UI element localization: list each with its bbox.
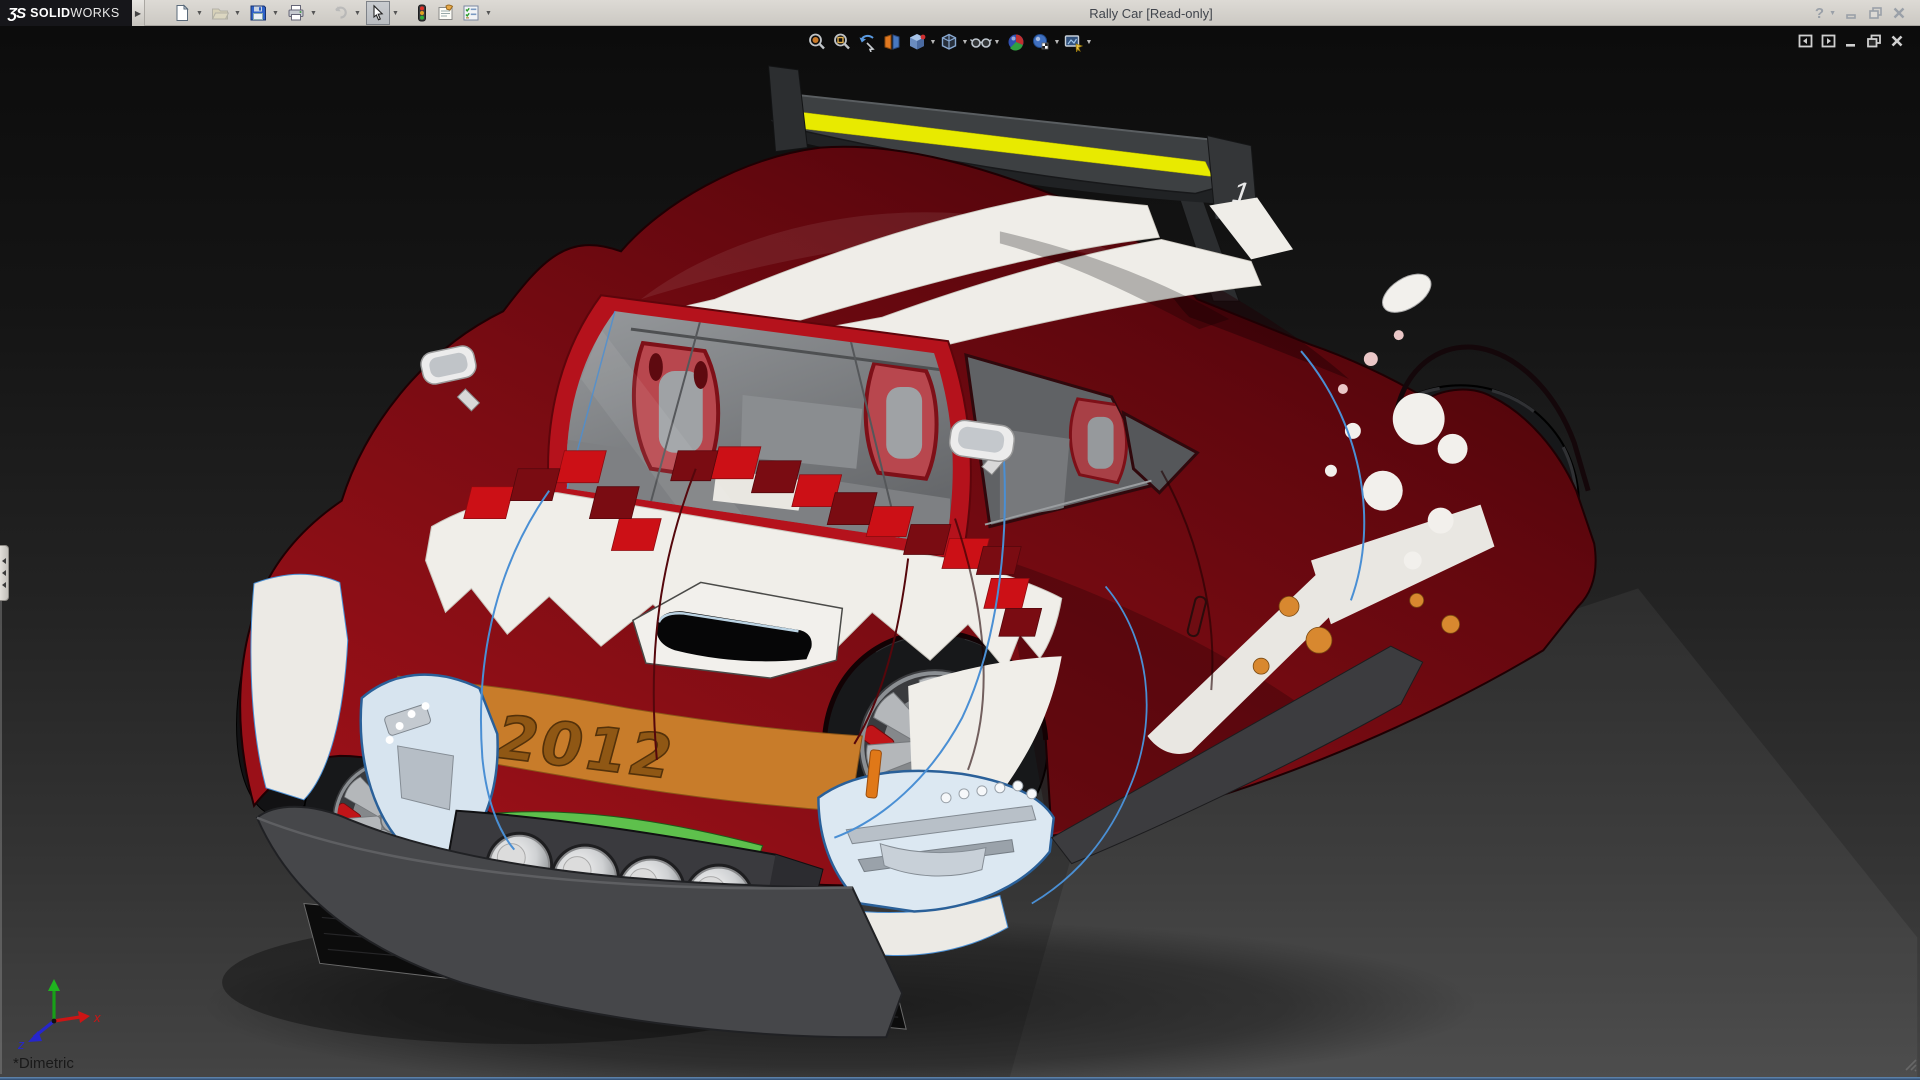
model-canvas[interactable]: 1	[0, 26, 1920, 1077]
open-folder-icon	[211, 4, 229, 22]
view-settings-button[interactable]	[1062, 31, 1084, 53]
triad-z-label: z	[17, 1037, 25, 1051]
view-settings-icon	[1063, 32, 1083, 52]
view-orientation-label: *Dimetric	[13, 1055, 74, 1072]
featuremanager-splitter-tab[interactable]	[0, 545, 9, 601]
view-orientation-icon	[907, 32, 927, 52]
headsup-view-toolbar: ▼ ▼ ▼	[806, 31, 1094, 53]
reference-triad: x z	[14, 977, 106, 1051]
select-cursor-icon	[369, 4, 387, 22]
save-dropdown[interactable]: ▼	[270, 1, 281, 25]
edit-appearance-icon	[1006, 32, 1026, 52]
apply-scene-dropdown[interactable]: ▼	[1052, 31, 1062, 53]
view-orientation-dropdown[interactable]: ▼	[928, 31, 938, 53]
previous-view-button[interactable]	[856, 31, 878, 53]
new-document-button[interactable]	[170, 1, 194, 25]
menu-flyout-arrow[interactable]: ▶	[132, 0, 145, 26]
window-title: Rally Car [Read-only]	[1089, 0, 1213, 26]
select-button[interactable]	[366, 1, 390, 25]
open-button[interactable]	[208, 1, 232, 25]
graphics-viewport[interactable]: 1	[0, 26, 1920, 1077]
edit-note-button[interactable]	[434, 1, 459, 25]
open-dropdown[interactable]: ▼	[232, 1, 243, 25]
document-window-controls	[1798, 34, 1904, 48]
title-bar: ƷS SOLIDWORKS ▶ ▼ ▼	[0, 0, 1920, 26]
print-dropdown[interactable]: ▼	[308, 1, 319, 25]
select-dropdown[interactable]: ▼	[390, 1, 401, 25]
close-icon[interactable]	[1892, 6, 1906, 20]
save-button[interactable]	[246, 1, 270, 25]
help-icon[interactable]: ?	[1815, 5, 1824, 22]
collapse-arrow-icon	[2, 582, 6, 588]
zoom-to-fit-button[interactable]	[806, 31, 828, 53]
display-style-dropdown[interactable]: ▼	[960, 31, 970, 53]
hide-show-items-button[interactable]	[970, 31, 992, 53]
view-settings-dropdown[interactable]: ▼	[1084, 31, 1094, 53]
save-floppy-icon	[249, 4, 267, 22]
section-view-icon	[882, 32, 902, 52]
zoom-to-area-icon	[832, 32, 852, 52]
zoom-to-area-button[interactable]	[831, 31, 853, 53]
edit-note-icon	[437, 4, 456, 22]
minimize-icon[interactable]	[1845, 6, 1859, 20]
zoom-to-fit-icon	[807, 32, 827, 52]
help-dropdown-icon[interactable]: ▼	[1829, 10, 1836, 17]
collapse-arrow-icon	[2, 570, 6, 576]
print-button[interactable]	[284, 1, 308, 25]
view-orientation-button[interactable]	[906, 31, 928, 53]
brand-light: WORKS	[70, 6, 119, 20]
brand-bold: SOLID	[30, 6, 70, 20]
apply-scene-icon	[1031, 32, 1051, 52]
doc-close-icon[interactable]	[1890, 34, 1904, 48]
undo-button[interactable]	[328, 1, 352, 25]
options-checklist-icon	[462, 4, 480, 22]
pane-splitter-line	[0, 545, 2, 1074]
triad-x-label: x	[93, 1010, 101, 1025]
options-button[interactable]	[459, 1, 483, 25]
apply-scene-button[interactable]	[1030, 31, 1052, 53]
pane-left-toggle-icon[interactable]	[1798, 34, 1813, 48]
display-style-icon	[939, 32, 959, 52]
options-dropdown[interactable]: ▼	[483, 1, 494, 25]
previous-view-icon	[857, 32, 877, 52]
traffic-light-icon	[413, 4, 431, 22]
hide-show-items-icon	[970, 32, 992, 52]
main-toolbar: ▼ ▼ ▼	[170, 0, 497, 26]
restore-icon[interactable]	[1868, 6, 1883, 20]
traffic-light-button[interactable]	[410, 1, 434, 25]
resize-grip[interactable]	[1902, 1056, 1918, 1072]
edit-appearance-button[interactable]	[1005, 31, 1027, 53]
section-view-button[interactable]	[881, 31, 903, 53]
pane-right-toggle-icon[interactable]	[1821, 34, 1836, 48]
undo-icon	[331, 4, 349, 22]
new-document-dropdown[interactable]: ▼	[194, 1, 205, 25]
doc-restore-icon[interactable]	[1866, 34, 1882, 48]
print-icon	[287, 4, 305, 22]
collapse-arrow-icon	[2, 558, 6, 564]
new-document-icon	[173, 4, 191, 22]
display-style-button[interactable]	[938, 31, 960, 53]
hide-show-items-dropdown[interactable]: ▼	[992, 31, 1002, 53]
titlebar-controls: ? ▼	[1815, 0, 1906, 26]
solidworks-window: ƷS SOLIDWORKS ▶ ▼ ▼	[0, 0, 1920, 1080]
ds-logo-icon: ƷS	[8, 5, 25, 22]
doc-minimize-icon[interactable]	[1844, 34, 1858, 48]
undo-dropdown[interactable]: ▼	[352, 1, 363, 25]
solidworks-logo: ƷS SOLIDWORKS	[0, 0, 132, 26]
